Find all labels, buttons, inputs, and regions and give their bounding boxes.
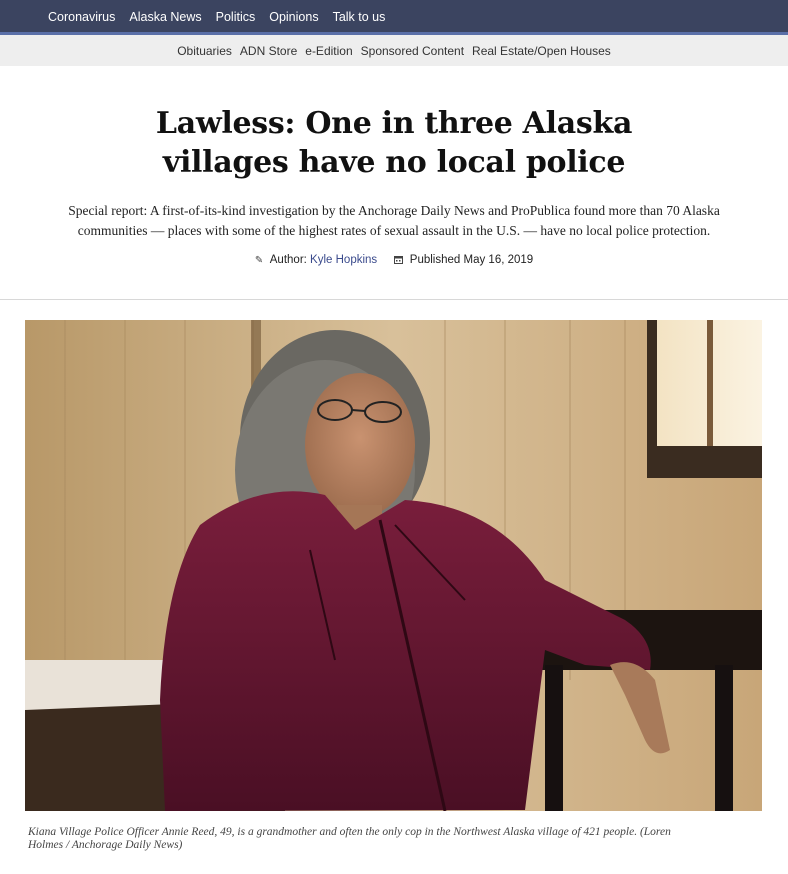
author-label: Author:: [269, 254, 307, 266]
nav-item-coronavirus[interactable]: Coronavirus: [48, 11, 115, 32]
calendar-icon: [393, 255, 403, 266]
article-dek: Special report: A first-of-its-kind inve…: [60, 201, 728, 241]
nav-item-talk-to-us[interactable]: Talk to us: [333, 11, 386, 32]
secondary-navigation: Obituaries ADN Store e-Edition Sponsored…: [0, 35, 788, 66]
nav-item-politics[interactable]: Politics: [216, 11, 256, 32]
dek-line-1: Special report: A first-of-its-kind inve…: [68, 203, 720, 218]
dek-line-2: communities — places with some of the hi…: [77, 223, 711, 238]
subnav-item-obituaries[interactable]: Obituaries: [177, 44, 232, 58]
nav-item-alaska-news[interactable]: Alaska News: [129, 11, 201, 32]
top-navigation: Coronavirus Alaska News Politics Opinion…: [0, 0, 788, 32]
divider: [0, 299, 788, 300]
nav-item-opinions[interactable]: Opinions: [269, 11, 318, 32]
published-label: Published: [409, 254, 461, 266]
byline: ✎ Author: Kyle Hopkins Published May 16,…: [0, 254, 788, 266]
subnav-item-e-edition[interactable]: e-Edition: [305, 44, 352, 58]
pencil-icon: ✎: [254, 255, 264, 266]
headline-line-1: Lawless: One in three Alaska: [155, 106, 633, 141]
photo-caption: Kiana Village Police Officer Annie Reed,…: [28, 826, 768, 852]
article-headline: Lawless: One in three Alaska villages ha…: [0, 104, 788, 182]
article-photo: [25, 320, 762, 811]
headline-line-2: villages have no local police: [162, 145, 626, 180]
caption-line-2: Holmes / Anchorage Daily News): [28, 839, 183, 851]
published-date: May 16, 2019: [463, 254, 534, 266]
author-link[interactable]: Kyle Hopkins: [310, 254, 377, 266]
caption-line-1: Kiana Village Police Officer Annie Reed,…: [28, 826, 671, 838]
subnav-item-real-estate[interactable]: Real Estate/Open Houses: [472, 44, 611, 58]
subnav-item-sponsored-content[interactable]: Sponsored Content: [361, 44, 464, 58]
subnav-item-adn-store[interactable]: ADN Store: [240, 44, 297, 58]
